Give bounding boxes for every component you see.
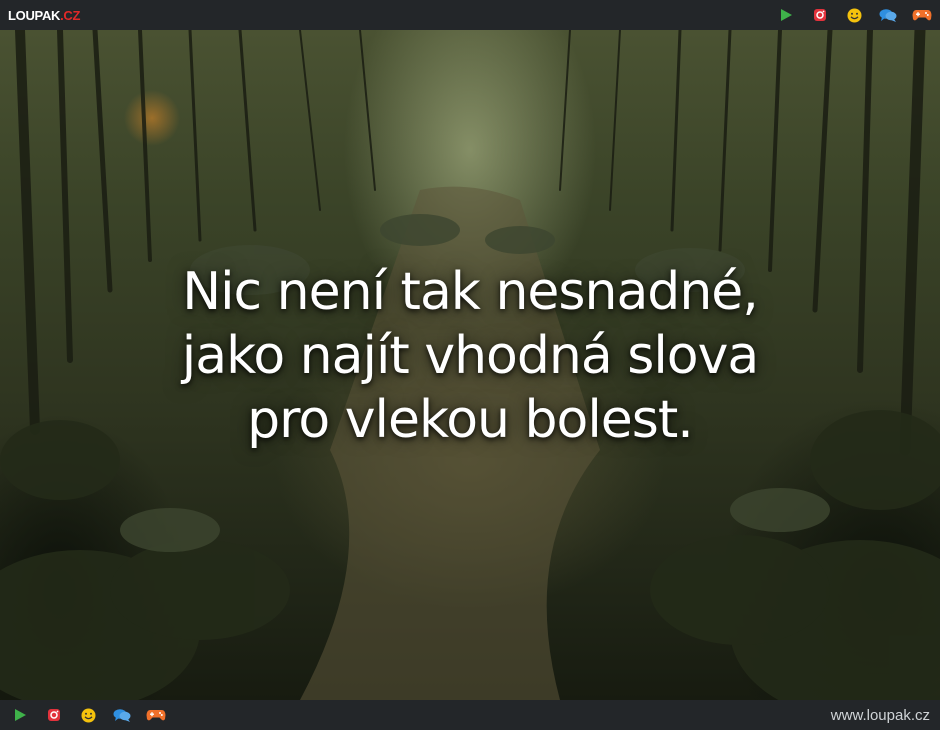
chat-bubbles-icon[interactable]	[878, 5, 898, 25]
site-url-link[interactable]: www.loupak.cz	[831, 707, 930, 724]
instagram-icon[interactable]	[810, 5, 830, 25]
forest-path-photo: Nic není tak nesnadné, jako najít vhodná…	[0, 30, 940, 700]
gamepad-icon[interactable]	[912, 5, 932, 25]
site-logo[interactable]: LOUPAK .CZ	[8, 8, 80, 23]
page-frame: LOUPAK .CZ Nic není tak nesnadné, jako n…	[0, 0, 940, 730]
play-icon[interactable]	[10, 705, 30, 725]
quote-line-2: jako najít vhodná slova	[181, 326, 759, 386]
bottom-bar: www.loupak.cz	[0, 700, 940, 730]
instagram-icon[interactable]	[44, 705, 64, 725]
logo-tld: .CZ	[60, 7, 81, 23]
quote-text: Nic není tak nesnadné, jako najít vhodná…	[0, 260, 940, 452]
logo-name: LOUPAK	[8, 7, 61, 23]
play-icon[interactable]	[776, 5, 796, 25]
bottom-icon-group	[10, 705, 166, 725]
top-bar: LOUPAK .CZ	[0, 0, 940, 30]
chat-bubbles-icon[interactable]	[112, 705, 132, 725]
smiley-icon[interactable]	[844, 5, 864, 25]
quote-line-1: Nic není tak nesnadné,	[182, 262, 759, 322]
smiley-icon[interactable]	[78, 705, 98, 725]
quote-line-3: pro vlekou bolest.	[247, 390, 694, 450]
top-icon-group	[776, 5, 932, 25]
gamepad-icon[interactable]	[146, 705, 166, 725]
